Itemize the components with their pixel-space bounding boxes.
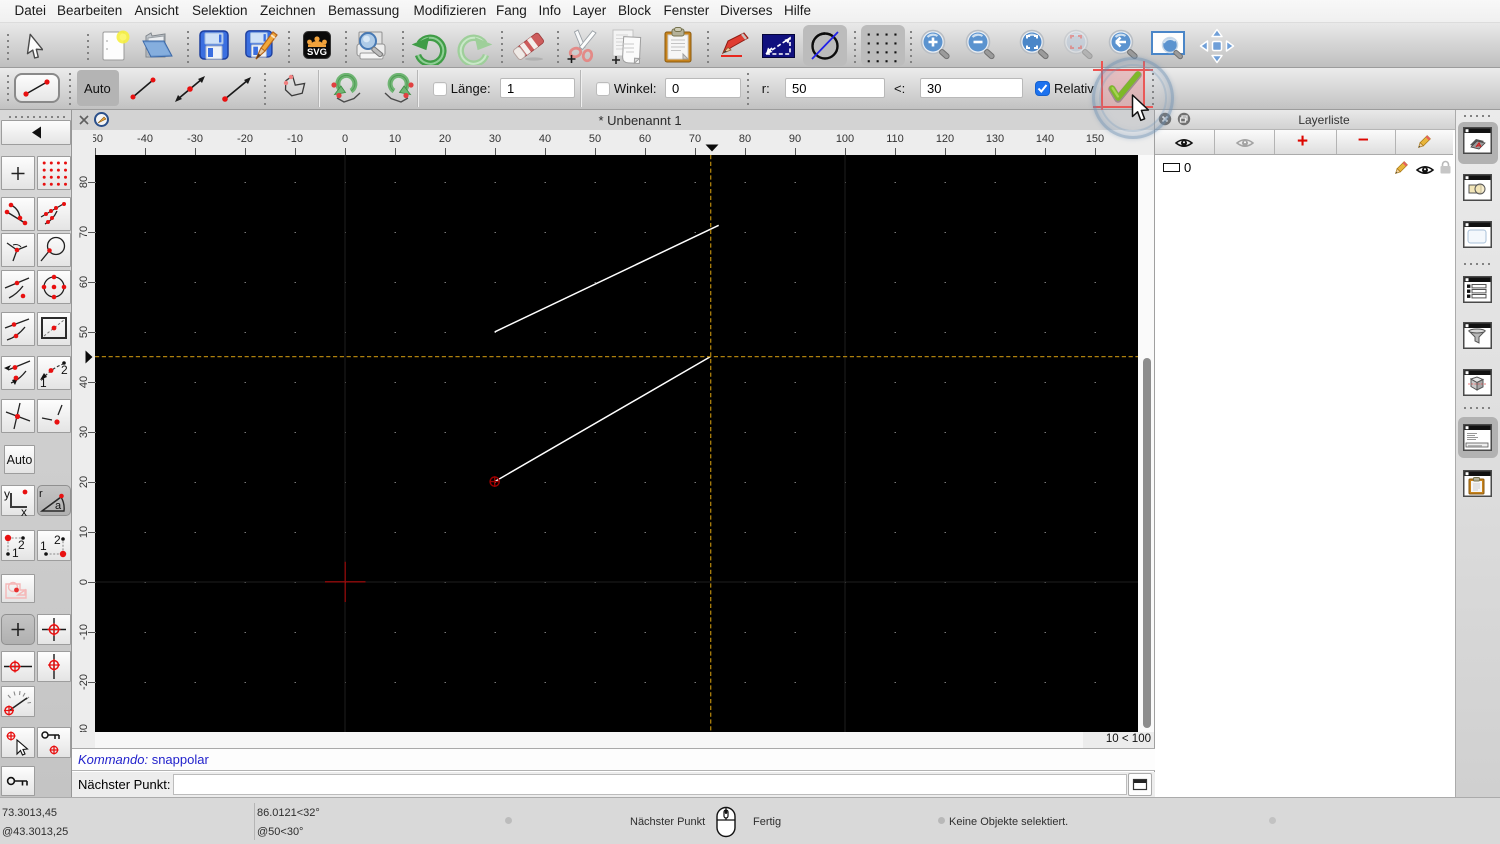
svg-text:70: 70 [78,226,90,238]
svg-text:-10: -10 [78,624,90,640]
svg-text:r: r [39,488,43,500]
svg-text:-30: -30 [78,724,90,732]
svg-text:a: a [55,500,62,512]
svg-text:x: x [21,505,27,516]
svg-text:60: 60 [78,276,90,288]
svg-text:0: 0 [78,579,90,585]
svg-text:50: 50 [78,326,90,338]
svg-text:2: 2 [18,538,25,552]
svg-text:10: 10 [78,526,90,538]
svg-text:SVG: SVG [307,47,327,58]
svg-text:Auto: Auto [7,453,33,467]
svg-text:1: 1 [40,539,47,553]
svg-text:2: 2 [54,533,61,547]
svg-text:20: 20 [78,476,90,488]
svg-text:-20: -20 [78,674,90,690]
svg-text:y: y [4,487,10,501]
svg-text:40: 40 [78,376,90,388]
svg-text:30: 30 [78,426,90,438]
svg-text:1: 1 [40,376,47,390]
svg-text:2: 2 [61,363,68,377]
svg-text:80: 80 [78,176,90,188]
